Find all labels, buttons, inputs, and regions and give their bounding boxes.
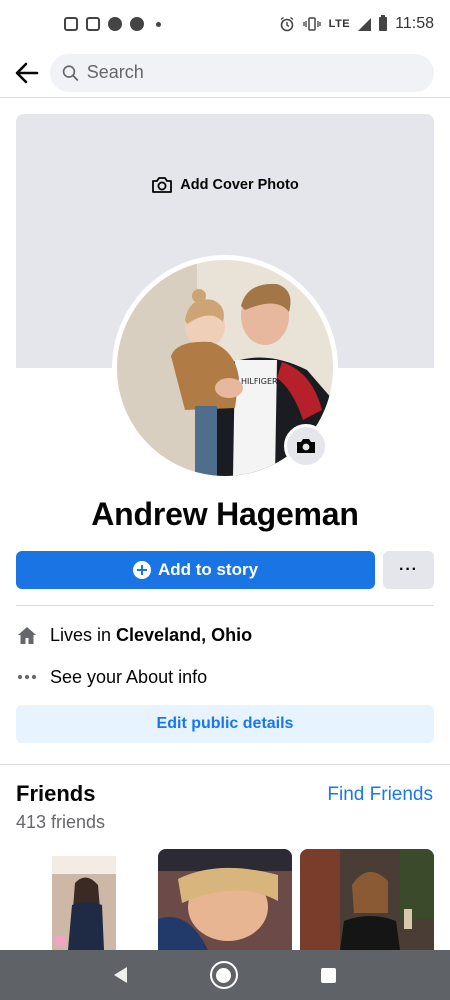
friends-count: 413 friends (16, 812, 106, 832)
lives-in-prefix: Lives in (50, 624, 112, 645)
messenger-icon (108, 17, 122, 31)
search-bar[interactable] (50, 53, 434, 92)
header-bar (0, 48, 450, 98)
profile-name: Andrew Hageman (91, 496, 359, 532)
edit-public-details-label: Edit public details (156, 715, 294, 732)
svg-text:HILFIGER: HILFIGER (241, 377, 278, 386)
camera-icon (152, 177, 173, 193)
change-profile-picture-button[interactable] (284, 424, 328, 468)
signal-icon (358, 17, 372, 31)
more-notifications-icon (156, 21, 161, 27)
see-about-row[interactable]: See your About info (16, 666, 207, 688)
system-navigation-bar (0, 950, 450, 1000)
add-cover-photo-button[interactable]: Add Cover Photo (16, 176, 434, 194)
see-about-label: See your About info (50, 666, 208, 687)
friend-photo[interactable] (16, 849, 150, 950)
nav-back-icon[interactable] (113, 967, 127, 983)
nav-home-icon[interactable] (209, 961, 238, 989)
search-icon (62, 64, 79, 81)
plus-circle-icon (132, 561, 151, 579)
add-to-story-label: Add to story (157, 560, 259, 579)
friend-photo-image (52, 856, 116, 950)
alarm-icon (280, 16, 294, 32)
status-bar: LTE 11:58 (0, 0, 450, 48)
home-icon (16, 624, 38, 646)
lives-in-row: Lives in Cleveland, Ohio (16, 624, 252, 646)
friend-photo[interactable] (300, 849, 434, 950)
lives-in-city: Cleveland, Ohio (116, 624, 253, 645)
back-arrow-icon (15, 62, 39, 83)
vibrate-icon (303, 17, 321, 31)
instagram-icon (64, 17, 78, 31)
add-to-story-button[interactable]: Add to story (16, 551, 375, 589)
friend-photo-image (158, 849, 292, 950)
camera-icon (297, 439, 315, 453)
friend-photo-image (300, 849, 434, 950)
nav-recents-icon[interactable] (321, 967, 337, 983)
clock: 11:58 (395, 15, 434, 32)
back-button[interactable] (12, 58, 42, 88)
add-cover-photo-label: Add Cover Photo (180, 177, 299, 193)
section-divider (0, 764, 450, 765)
edit-public-details-button[interactable]: Edit public details (16, 705, 434, 743)
friends-heading: Friends (16, 781, 96, 806)
find-friends-link[interactable]: Find Friends (327, 784, 433, 806)
search-input[interactable] (86, 62, 422, 83)
divider (16, 605, 434, 606)
more-options-icon: ··· (399, 561, 418, 578)
news-icon (86, 17, 100, 31)
network-type: LTE (328, 18, 351, 30)
battery-icon (379, 15, 388, 31)
ellipsis-icon (16, 666, 38, 688)
notification-icons (64, 17, 161, 31)
messenger-icon (130, 17, 144, 31)
more-options-button[interactable]: ··· (383, 551, 434, 589)
friend-photo[interactable] (158, 849, 292, 950)
